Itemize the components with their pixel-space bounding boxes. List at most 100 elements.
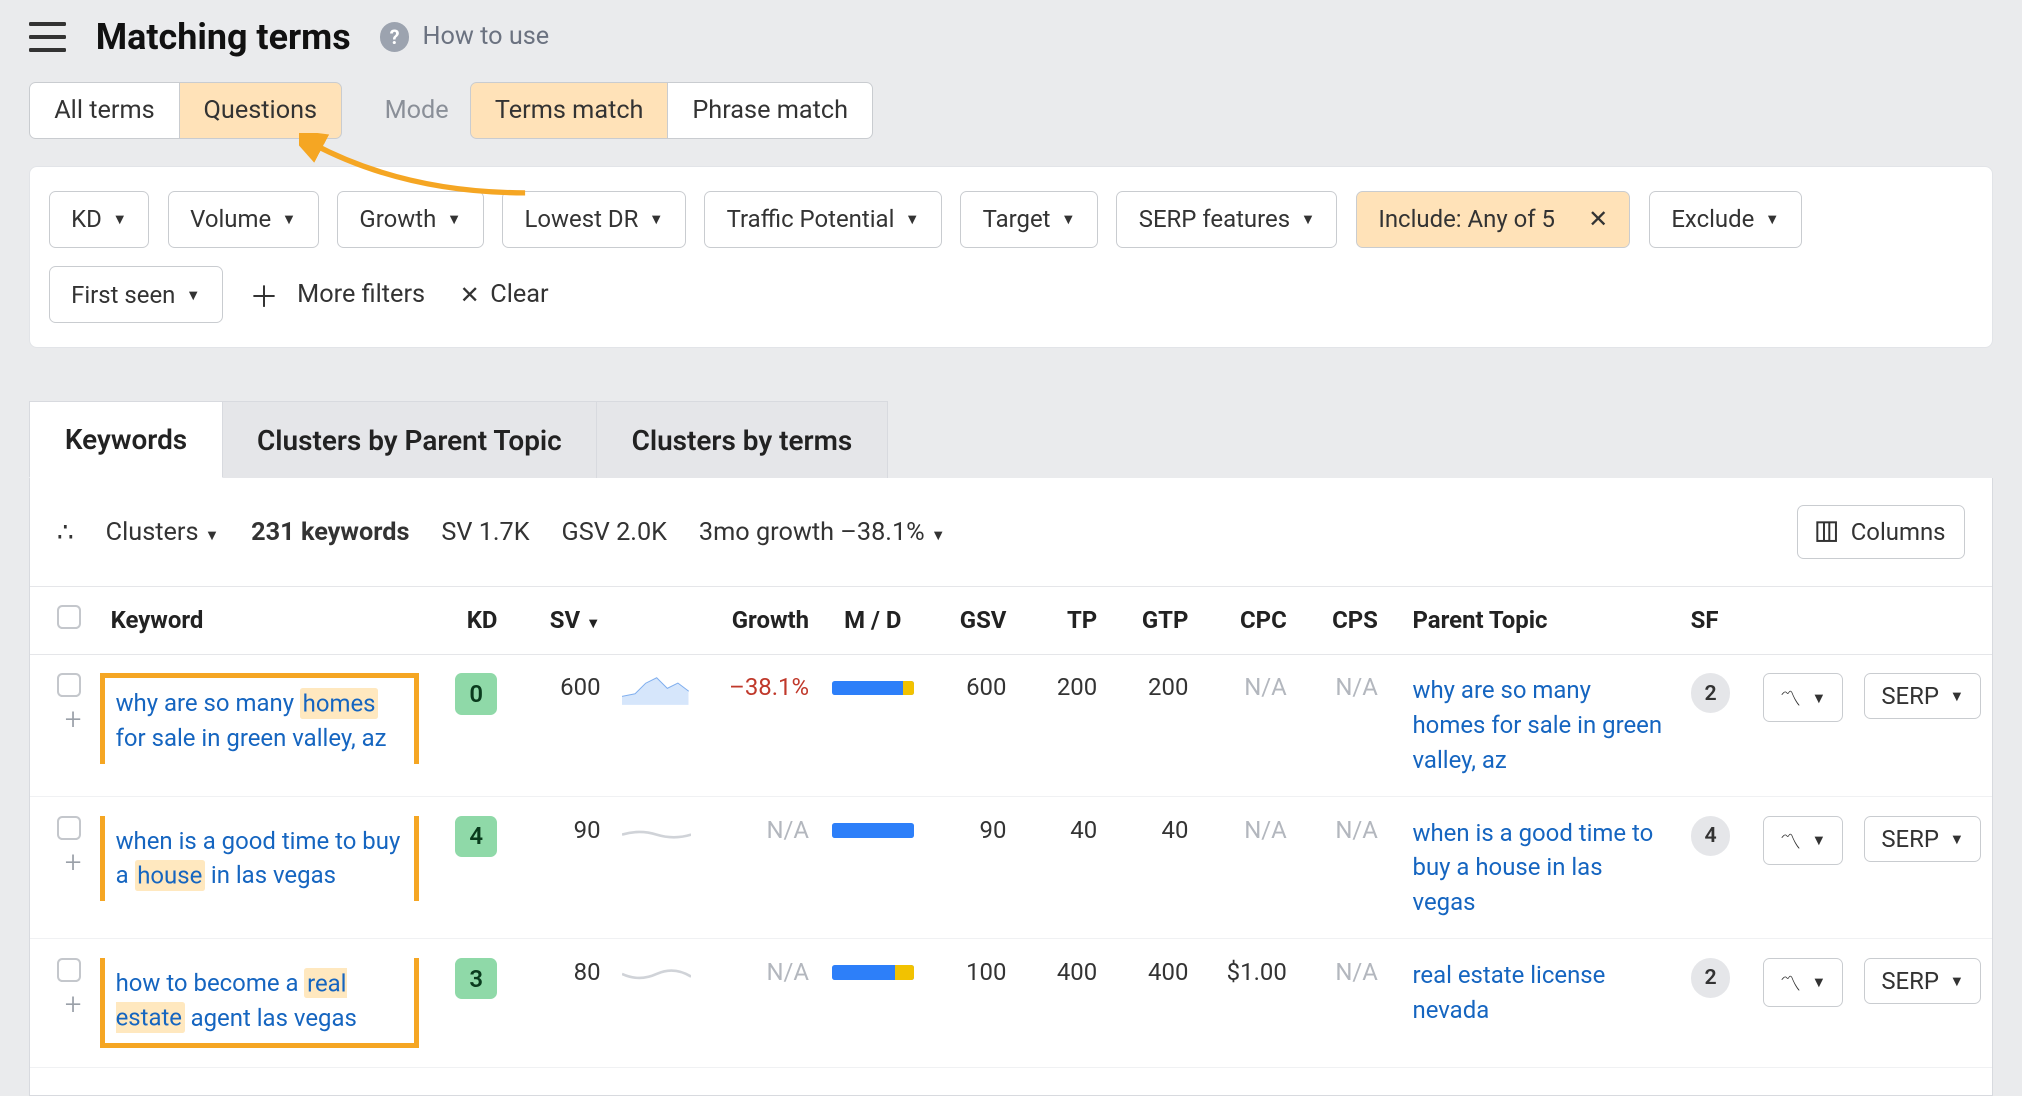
th-parent: Parent Topic: [1389, 586, 1680, 654]
th-gsv: GSV: [926, 586, 1017, 654]
subtab-keywords[interactable]: Keywords: [29, 401, 223, 479]
cell-cps: N/A: [1297, 797, 1388, 939]
trend-button[interactable]: 〽▼: [1763, 816, 1843, 865]
th-sv[interactable]: SV ▼: [508, 586, 611, 654]
kd-badge: 0: [455, 673, 498, 714]
parent-topic-link[interactable]: when is a good time to buy a house in la…: [1413, 819, 1654, 916]
menu-icon[interactable]: [29, 22, 66, 51]
expand-icon[interactable]: +: [57, 846, 89, 880]
cell-cpc: N/A: [1199, 797, 1297, 939]
cell-tp: 400: [1017, 939, 1108, 1068]
clusters-dropdown[interactable]: Clusters ▼: [106, 518, 220, 547]
table-row: + when is a good time to buy a house in l…: [30, 797, 1992, 939]
cell-growth: N/A: [702, 797, 820, 939]
kd-badge: 3: [455, 958, 498, 999]
sparkline: [611, 654, 701, 796]
kd-badge: 4: [455, 816, 498, 857]
chart-icon: 〽: [1780, 825, 1801, 856]
cell-growth: N/A: [702, 939, 820, 1068]
th-gtp: GTP: [1108, 586, 1199, 654]
cell-sv: 600: [508, 654, 611, 796]
close-icon: ✕: [460, 281, 480, 309]
filter-exclude[interactable]: Exclude▼: [1649, 191, 1802, 248]
tab-all-terms[interactable]: All terms: [29, 82, 179, 140]
cell-gsv: 600: [926, 654, 1017, 796]
th-kd: KD: [430, 586, 509, 654]
filter-target[interactable]: Target▼: [960, 191, 1097, 248]
mode-label: Mode: [363, 83, 470, 139]
plus-icon: ＋: [249, 274, 278, 316]
columns-button[interactable]: Columns: [1797, 505, 1966, 559]
keyword-link[interactable]: when is a good time to buy a house in la…: [116, 827, 401, 891]
filter-volume[interactable]: Volume▼: [168, 191, 319, 248]
parent-topic-link[interactable]: real estate license nevada: [1413, 961, 1606, 1024]
serp-button[interactable]: SERP ▼: [1864, 958, 1981, 1004]
sf-badge[interactable]: 2: [1691, 958, 1731, 998]
th-sf: SF: [1680, 586, 1752, 654]
cell-gsv: 90: [926, 797, 1017, 939]
keywords-count: 231 keywords: [251, 518, 409, 547]
sparkline: [611, 939, 701, 1068]
filter-growth[interactable]: Growth▼: [337, 191, 483, 248]
meta-growth[interactable]: 3mo growth –38.1% ▼: [699, 518, 946, 547]
sf-badge[interactable]: 4: [1691, 816, 1731, 856]
table-row: + why are so many homes for sale in green…: [30, 654, 1992, 796]
trend-button[interactable]: 〽▼: [1763, 958, 1843, 1007]
cell-cpc: N/A: [1199, 654, 1297, 796]
keyword-link[interactable]: how to become a real estate agent las ve…: [116, 968, 357, 1033]
serp-button[interactable]: SERP ▼: [1864, 673, 1981, 719]
cell-cps: N/A: [1297, 654, 1388, 796]
th-cpc: CPC: [1199, 586, 1297, 654]
row-checkbox[interactable]: [57, 816, 81, 840]
cell-md: [820, 939, 926, 1068]
chart-icon: 〽: [1780, 967, 1801, 998]
filters-panel: KD▼ Volume▼ Growth▼ Lowest DR▼ Traffic P…: [29, 166, 1993, 348]
tab-questions[interactable]: Questions: [180, 82, 342, 140]
help-label: How to use: [422, 22, 549, 51]
th-keyword: Keyword: [100, 586, 430, 654]
cell-gtp: 200: [1108, 654, 1199, 796]
cell-tp: 40: [1017, 797, 1108, 939]
filter-lowest-dr[interactable]: Lowest DR▼: [502, 191, 685, 248]
sparkline: [611, 797, 701, 939]
row-checkbox[interactable]: [57, 958, 81, 982]
filter-kd[interactable]: KD▼: [49, 191, 149, 248]
close-icon[interactable]: ✕: [1588, 205, 1608, 233]
filter-traffic-potential[interactable]: Traffic Potential▼: [704, 191, 941, 248]
clear-filters-button[interactable]: ✕Clear: [452, 275, 557, 315]
cell-md: [820, 654, 926, 796]
trend-button[interactable]: 〽▼: [1763, 673, 1843, 722]
cell-sv: 90: [508, 797, 611, 939]
select-all-checkbox[interactable]: [57, 605, 81, 629]
expand-icon[interactable]: +: [57, 703, 89, 737]
meta-sv: SV 1.7K: [441, 518, 529, 547]
th-tp: TP: [1017, 586, 1108, 654]
clusters-icon: ∴: [57, 517, 74, 548]
serp-button[interactable]: SERP ▼: [1864, 816, 1981, 862]
more-filters-button[interactable]: ＋More filters: [241, 268, 433, 321]
cell-sv: 80: [508, 939, 611, 1068]
help-icon: ?: [380, 22, 409, 51]
filter-serp-features[interactable]: SERP features▼: [1116, 191, 1337, 248]
help-link[interactable]: ? How to use: [380, 22, 549, 51]
expand-icon[interactable]: +: [57, 988, 89, 1022]
sf-badge[interactable]: 2: [1691, 673, 1731, 713]
cell-cps: N/A: [1297, 939, 1388, 1068]
cell-growth: –38.1%: [702, 654, 820, 796]
columns-icon: [1816, 521, 1837, 542]
parent-topic-link[interactable]: why are so many homes for sale in green …: [1413, 676, 1663, 773]
filter-include[interactable]: Include: Any of 5 ✕: [1356, 191, 1630, 248]
filter-first-seen[interactable]: First seen▼: [49, 266, 223, 323]
meta-gsv: GSV 2.0K: [562, 518, 667, 547]
tab-terms-match[interactable]: Terms match: [470, 82, 668, 140]
keyword-link[interactable]: why are so many homes for sale in green …: [116, 688, 387, 752]
subtab-clusters-terms[interactable]: Clusters by terms: [596, 401, 888, 478]
cell-gtp: 40: [1108, 797, 1199, 939]
th-growth: Growth: [702, 586, 820, 654]
row-checkbox[interactable]: [57, 673, 81, 697]
keywords-table: Keyword KD SV ▼ Growth M / D GSV TP GTP …: [30, 586, 1992, 1068]
tab-phrase-match[interactable]: Phrase match: [668, 82, 873, 140]
subtab-clusters-parent[interactable]: Clusters by Parent Topic: [221, 401, 597, 478]
chart-icon: 〽: [1780, 682, 1801, 713]
cell-md: [820, 797, 926, 939]
